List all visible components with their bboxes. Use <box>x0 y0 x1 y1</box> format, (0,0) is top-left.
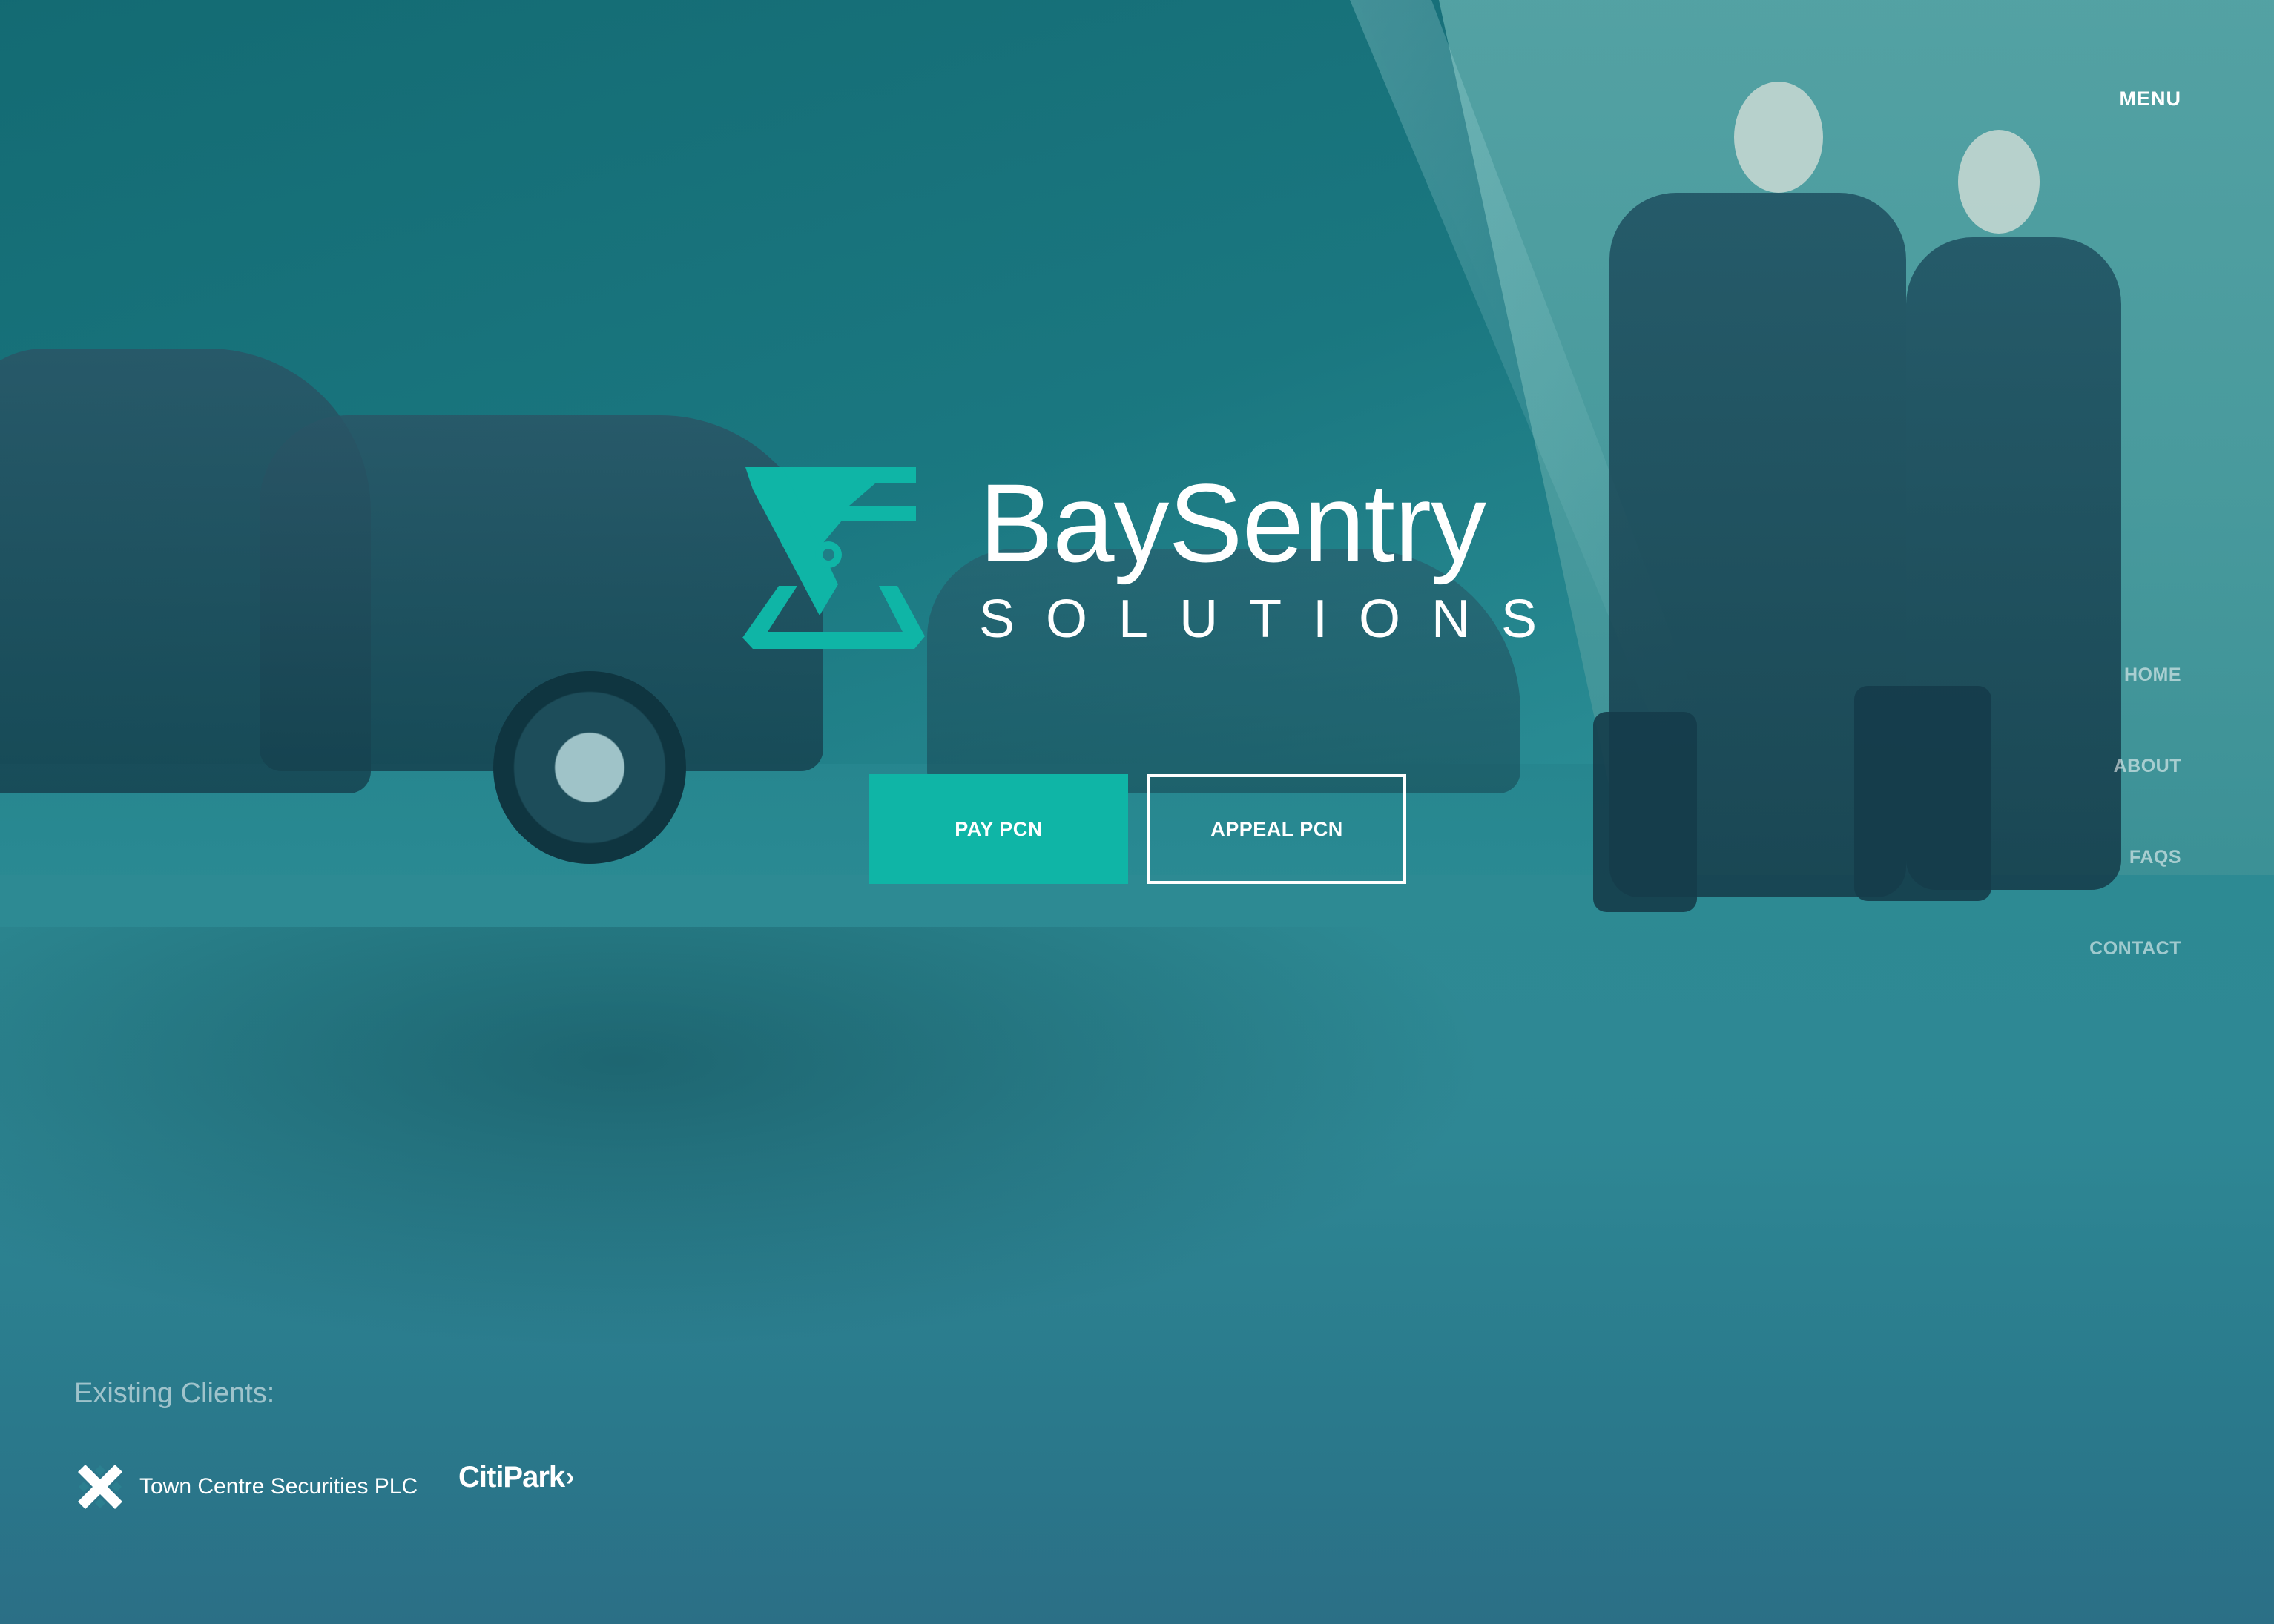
client-name-tcs: Town Centre Securities PLC <box>139 1474 418 1499</box>
person-head <box>1734 82 1823 193</box>
baysentry-logo-icon <box>742 467 925 649</box>
nav-item-faqs[interactable]: FAQS <box>2089 846 2181 868</box>
hero-section: MENU HOME ABOUT FAQS CONTACT BaySentry S… <box>0 0 2274 1624</box>
menu-button[interactable]: MENU <box>2120 88 2182 110</box>
pay-pcn-button[interactable]: PAY PCN <box>869 774 1128 884</box>
chevron-right-icon: › <box>566 1463 574 1491</box>
tcs-logo-icon <box>78 1465 122 1509</box>
client-logo-tcs: Town Centre Securities PLC <box>74 1461 418 1513</box>
brand-tagline: SOLUTIONS <box>979 590 1569 649</box>
background-photo <box>0 0 2274 1624</box>
side-nav: HOME ABOUT FAQS CONTACT <box>2089 664 2181 1029</box>
nav-item-about[interactable]: ABOUT <box>2089 755 2181 777</box>
appeal-pcn-button[interactable]: APPEAL PCN <box>1147 774 1406 884</box>
client-logo-citipark: CitiPark › <box>458 1461 575 1494</box>
clients-label: Existing Clients: <box>74 1378 275 1409</box>
suitcase <box>1593 712 1697 912</box>
client-name-citipark: CitiPark <box>458 1461 565 1493</box>
person-head <box>1958 130 2040 234</box>
suitcase <box>1854 686 1991 901</box>
nav-item-home[interactable]: HOME <box>2089 664 2181 686</box>
brand-name: BaySentry <box>979 461 1486 585</box>
car-wheel <box>493 671 686 864</box>
nav-item-contact[interactable]: CONTACT <box>2089 937 2181 960</box>
ground-reflection <box>0 927 1558 1372</box>
